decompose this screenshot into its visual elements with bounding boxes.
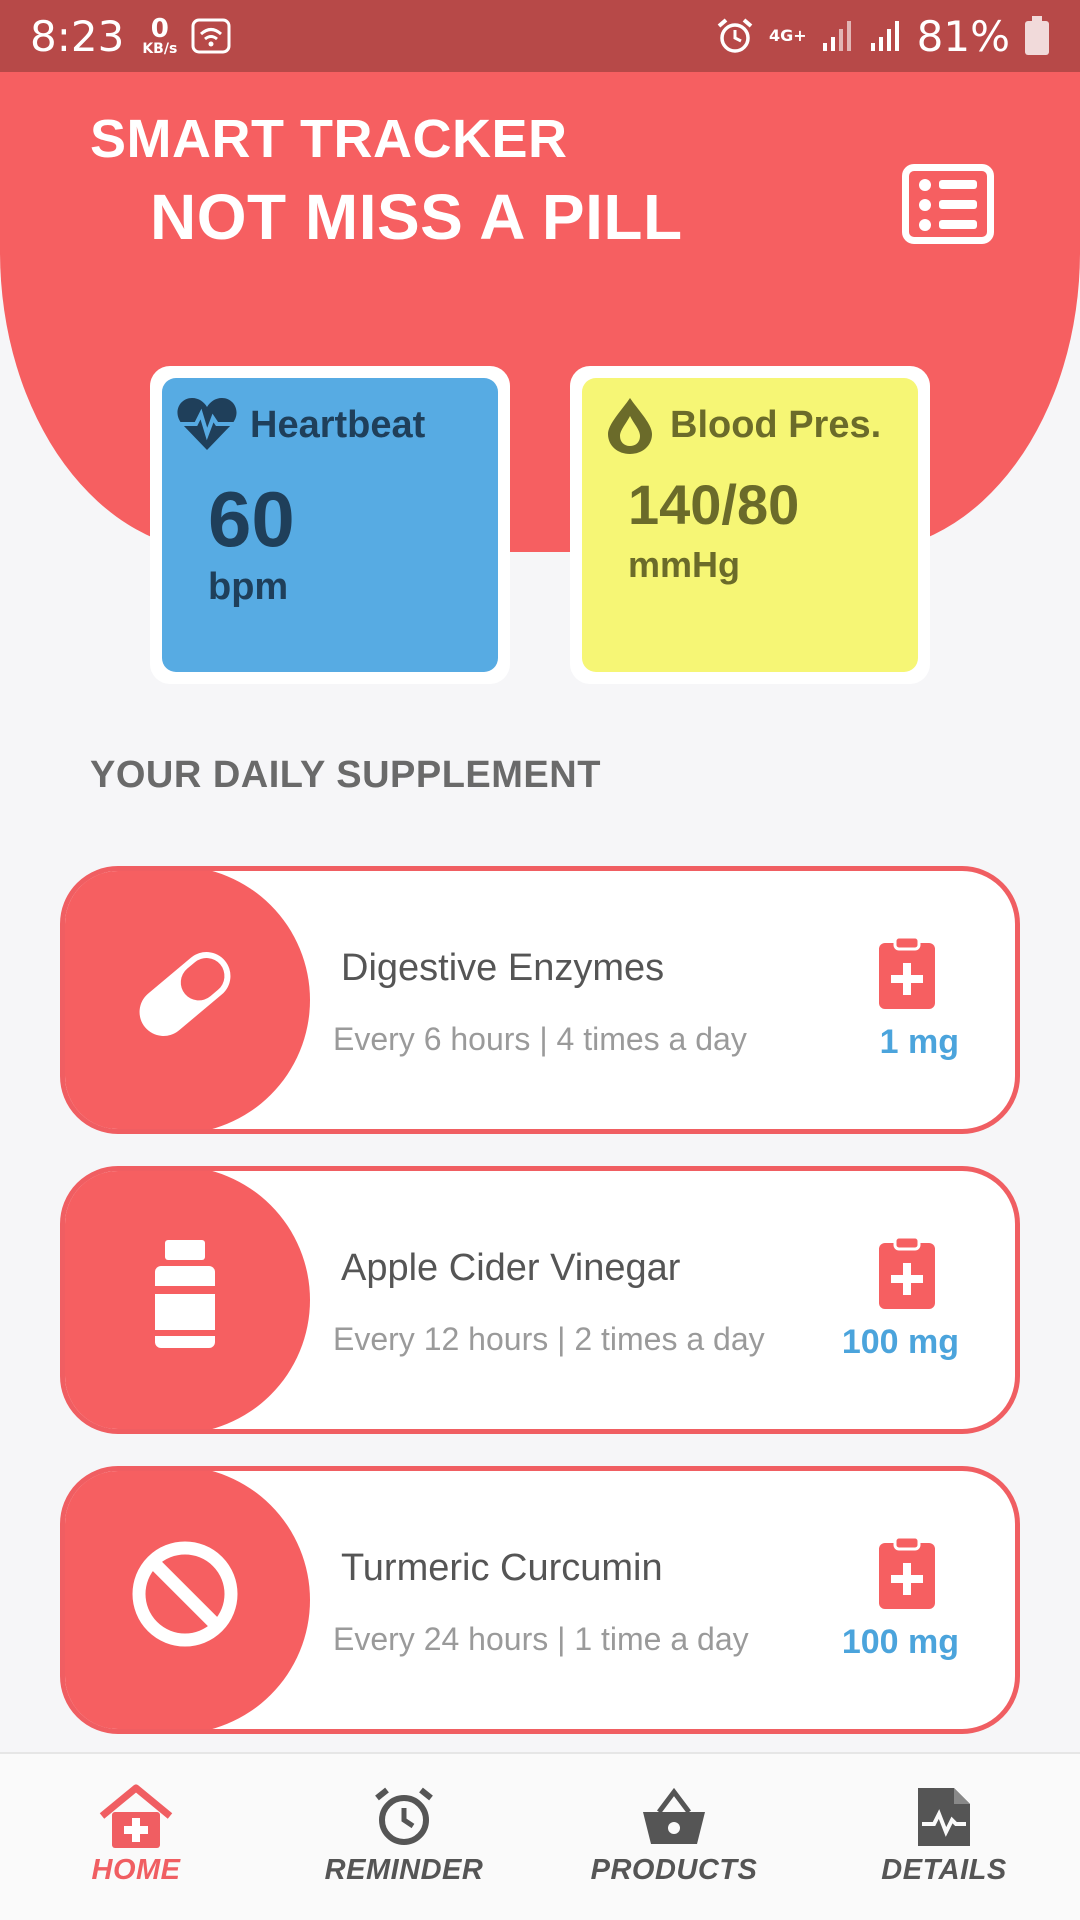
list-menu-button[interactable]: [902, 164, 994, 244]
supplement-name: Apple Cider Vinegar: [341, 1247, 681, 1289]
status-time: 8:23: [30, 11, 125, 61]
supplement-icon-badge: [65, 1471, 310, 1729]
supplement-icon-badge: [65, 1171, 310, 1429]
blood-pressure-label: Blood Pres.: [670, 404, 882, 446]
home-icon: [99, 1784, 173, 1848]
capsule-icon: [139, 952, 231, 1036]
wifi-icon: [191, 18, 231, 54]
heartbeat-label: Heartbeat: [250, 404, 426, 446]
section-title: YOUR DAILY SUPPLEMENT: [90, 754, 601, 796]
drop-icon: [608, 398, 652, 454]
supplement-icon-badge: [65, 871, 310, 1129]
network-speed-value: 0: [150, 14, 169, 44]
bottom-navigation: HOME REMINDER PRODUCTS DETAILS: [0, 1752, 1080, 1920]
alarm-icon: [717, 18, 753, 53]
status-bar: 8:23 0 KB/s 4G+ 81%: [0, 0, 1080, 72]
app-subtitle: NOT MISS A PILL: [150, 181, 683, 253]
heart-pulse-icon: [177, 398, 237, 450]
nav-reminder[interactable]: REMINDER: [304, 1784, 504, 1887]
heartbeat-unit: bpm: [208, 566, 289, 608]
prohibited-icon: [132, 1541, 238, 1647]
supplement-card[interactable]: Digestive Enzymes Every 6 hours | 4 time…: [60, 866, 1020, 1134]
blood-pressure-unit: mmHg: [628, 544, 741, 585]
battery-percent: 81%: [916, 11, 1010, 61]
nav-home[interactable]: HOME: [36, 1784, 236, 1887]
clipboard-plus-icon[interactable]: [877, 1535, 937, 1611]
basket-icon: [643, 1787, 705, 1844]
network-speed-unit: KB/s: [142, 41, 178, 57]
blood-pressure-value: 140/80: [628, 473, 800, 536]
supplement-schedule: Every 12 hours | 2 times a day: [333, 1321, 765, 1357]
nav-details-label: DETAILS: [881, 1854, 1007, 1886]
blood-pressure-card[interactable]: Blood Pres. 140/80 mmHg: [570, 366, 930, 684]
supplement-dose: 100 mg: [841, 1323, 959, 1361]
nav-products-label: PRODUCTS: [590, 1854, 758, 1886]
list-icon: [919, 179, 977, 191]
supplement-card[interactable]: Turmeric Curcumin Every 24 hours | 1 tim…: [60, 1466, 1020, 1734]
bottle-icon: [155, 1240, 215, 1348]
alarm-clock-icon: [375, 1787, 433, 1845]
network-type: 4G+: [768, 26, 807, 45]
supplement-schedule: Every 6 hours | 4 times a day: [333, 1021, 747, 1057]
supplement-dose: 100 mg: [841, 1623, 959, 1661]
supplement-schedule: Every 24 hours | 1 time a day: [333, 1621, 749, 1657]
nav-reminder-label: REMINDER: [324, 1854, 484, 1886]
nav-products[interactable]: PRODUCTS: [574, 1784, 774, 1887]
document-pulse-icon: [918, 1788, 970, 1846]
clipboard-plus-icon[interactable]: [877, 935, 937, 1011]
signal-icon: [822, 21, 851, 51]
app-title: SMART TRACKER: [90, 109, 568, 169]
supplement-dose: 1 mg: [879, 1023, 959, 1061]
supplement-name: Turmeric Curcumin: [341, 1547, 663, 1589]
supplement-card[interactable]: Apple Cider Vinegar Every 12 hours | 2 t…: [60, 1166, 1020, 1434]
heartbeat-card[interactable]: Heartbeat 60 bpm: [150, 366, 510, 684]
nav-details[interactable]: DETAILS: [844, 1784, 1044, 1887]
heartbeat-value: 60: [208, 475, 295, 563]
supplement-name: Digestive Enzymes: [341, 947, 665, 989]
battery-icon: [1025, 16, 1049, 55]
clipboard-plus-icon[interactable]: [877, 1235, 937, 1311]
nav-home-label: HOME: [91, 1854, 181, 1886]
signal-icon: [870, 21, 899, 51]
network-speed: 0 KB/s: [142, 16, 177, 56]
